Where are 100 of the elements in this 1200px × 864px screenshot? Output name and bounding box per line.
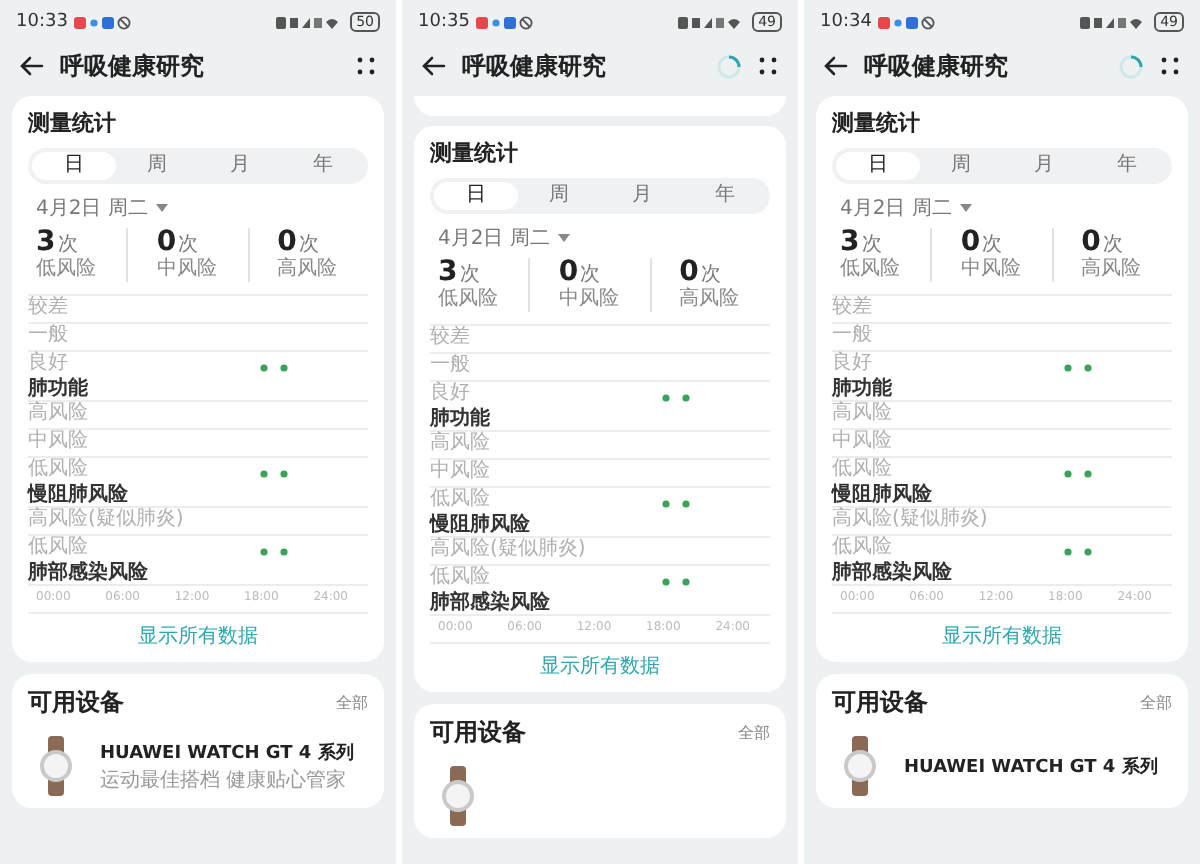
period-tab[interactable]: 周 (115, 152, 198, 180)
level-label: 低风险 (832, 536, 892, 558)
period-tab[interactable]: 月 (1002, 152, 1085, 180)
watch-icon (840, 736, 880, 796)
count-value: 3 (36, 228, 56, 258)
card-title: 可用设备 (28, 686, 124, 720)
period-tab[interactable]: 年 (281, 152, 364, 180)
count-value: 3 (840, 228, 860, 258)
caret-icon[interactable] (155, 204, 168, 212)
category-label: 肺部感染风险 (832, 562, 952, 584)
count-value: 0 (1081, 228, 1101, 258)
caret-icon[interactable] (959, 204, 972, 212)
status-time: 10:35 (418, 12, 470, 32)
card-title: 可用设备 (832, 686, 928, 720)
status-time: 10:34 (820, 12, 872, 32)
card-title: 测量统计 (430, 138, 520, 168)
caret-icon[interactable] (557, 234, 570, 242)
level-label: 低风险 (832, 458, 892, 480)
risk-label: 高风险 (277, 258, 340, 282)
card-title: 可用设备 (430, 716, 526, 750)
status-time: 10:33 (16, 12, 68, 32)
level-label: 低风险 (28, 536, 88, 558)
level-label: 一般 (832, 324, 872, 346)
risk-label: 高风险 (1081, 258, 1144, 282)
level-label: 中风险 (430, 460, 490, 482)
progress-ring-icon[interactable] (716, 53, 742, 79)
category-label: 肺功能 (430, 408, 490, 430)
level-label: 低风险 (430, 488, 490, 510)
show-all-link[interactable]: 显示所有数据 (138, 622, 258, 650)
level-label: 一般 (28, 324, 68, 346)
show-all-link[interactable]: 显示所有数据 (540, 652, 660, 680)
back-arrow-icon[interactable] (20, 56, 44, 76)
back-arrow-icon[interactable] (824, 56, 848, 76)
more-icon[interactable] (356, 56, 376, 76)
level-label: 低风险 (430, 566, 490, 588)
period-tab[interactable]: 周 (919, 152, 1002, 180)
level-label: 高风险(疑似肺炎) (832, 508, 988, 530)
page-title: 呼吸健康研究 (864, 49, 1008, 83)
risk-label: 中风险 (960, 258, 1023, 282)
category-label: 肺部感染风险 (430, 592, 550, 614)
risk-label: 低风险 (36, 258, 98, 282)
level-label: 良好 (430, 382, 470, 404)
level-label: 中风险 (28, 430, 88, 452)
period-tab[interactable]: 月 (600, 182, 683, 210)
count-unit: 次 (178, 232, 199, 258)
date-selector[interactable]: 4月2日 周二 (438, 224, 550, 252)
back-arrow-icon[interactable] (422, 56, 446, 76)
risk-label: 低风险 (840, 258, 902, 282)
level-label: 低风险 (28, 458, 88, 480)
level-label: 高风险(疑似肺炎) (430, 538, 586, 560)
more-icon[interactable] (1160, 56, 1180, 76)
risk-label: 高风险 (679, 288, 742, 312)
count-value: 0 (277, 228, 297, 258)
page-title: 呼吸健康研究 (60, 49, 204, 83)
count-unit: 次 (700, 262, 721, 287)
level-label: 中风险 (832, 430, 892, 452)
count-unit: 次 (1102, 232, 1123, 257)
progress-ring-icon[interactable] (1118, 53, 1144, 79)
date-selector[interactable]: 4月2日 周二 (36, 194, 148, 222)
count-value: 0 (156, 228, 177, 258)
all-link[interactable]: 全部 (336, 692, 368, 714)
count-unit: 次 (580, 262, 601, 288)
device-subtitle: 运动最佳搭档 健康贴心管家 (100, 767, 349, 793)
level-label: 较差 (832, 296, 872, 318)
device-name[interactable]: HUAWEI WATCH GT 4 系列 (100, 739, 354, 765)
date-selector[interactable]: 4月2日 周二 (840, 194, 952, 222)
category-label: 肺功能 (832, 378, 892, 400)
card-title: 测量统计 (28, 108, 118, 138)
more-icon[interactable] (758, 56, 778, 76)
period-tab[interactable]: 日 (836, 152, 919, 180)
category-label: 肺功能 (28, 378, 88, 400)
level-label: 良好 (28, 352, 68, 374)
watch-icon (36, 736, 76, 796)
count-unit: 次 (861, 232, 882, 258)
all-link[interactable]: 全部 (1140, 692, 1172, 714)
period-tab[interactable]: 年 (683, 182, 766, 210)
count-unit: 次 (298, 232, 319, 257)
period-tab[interactable]: 年 (1085, 152, 1168, 180)
level-label: 高风险 (430, 432, 490, 454)
period-tab[interactable]: 日 (434, 182, 517, 210)
category-label: 慢阻肺风险 (28, 484, 128, 506)
period-tab[interactable]: 日 (32, 152, 115, 180)
period-tab[interactable]: 周 (517, 182, 600, 210)
level-label: 较差 (28, 296, 68, 318)
count-unit: 次 (982, 232, 1003, 258)
show-all-link[interactable]: 显示所有数据 (942, 622, 1062, 650)
notification-icons (73, 15, 134, 29)
card-title: 测量统计 (832, 108, 922, 138)
notification-icons (877, 15, 938, 29)
level-label: 高风险(疑似肺炎) (28, 508, 184, 530)
count-value: 0 (679, 258, 699, 288)
level-label: 高风险 (832, 402, 892, 424)
category-label: 肺部感染风险 (28, 562, 148, 584)
all-link[interactable]: 全部 (738, 722, 770, 744)
device-name[interactable]: HUAWEI WATCH GT 4 系列 (904, 753, 1158, 779)
risk-label: 中风险 (558, 288, 621, 312)
risk-label: 低风险 (438, 288, 500, 312)
count-value: 0 (558, 258, 579, 288)
risk-label: 中风险 (156, 258, 219, 282)
period-tab[interactable]: 月 (198, 152, 281, 180)
